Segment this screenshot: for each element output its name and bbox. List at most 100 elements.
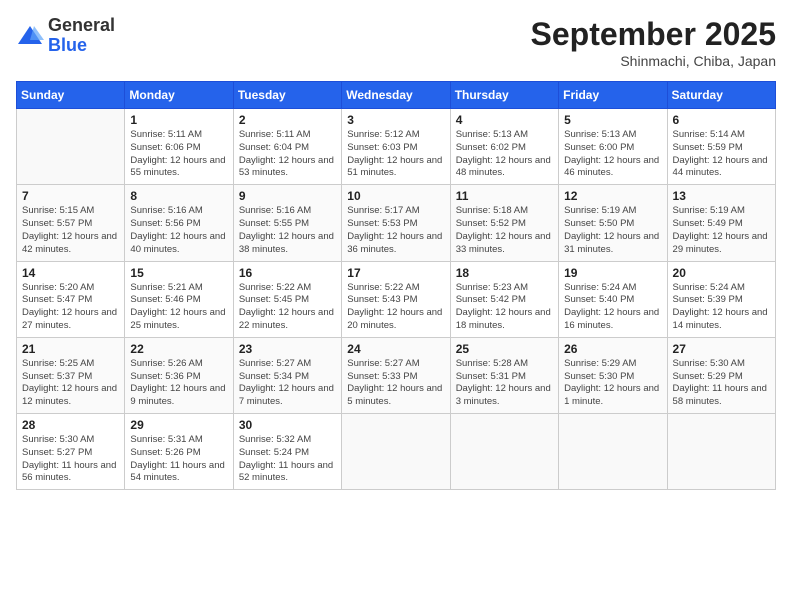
day-info: Sunrise: 5:30 AM Sunset: 5:29 PM Dayligh…: [673, 358, 770, 409]
day-number: 15: [130, 266, 227, 280]
day-info: Sunrise: 5:11 AM Sunset: 6:06 PM Dayligh…: [130, 129, 227, 180]
calendar-day-cell: 1 Sunrise: 5:11 AM Sunset: 6:06 PM Daylig…: [125, 109, 233, 185]
day-number: 26: [564, 342, 661, 356]
day-number: 12: [564, 189, 661, 203]
page-header: General Blue September 2025 Shinmachi, C…: [16, 16, 776, 69]
calendar-day-cell: 23 Sunrise: 5:27 AM Sunset: 5:34 PM Dayli…: [233, 337, 341, 413]
calendar-day-cell: [342, 414, 450, 490]
calendar-day-cell: 3 Sunrise: 5:12 AM Sunset: 6:03 PM Daylig…: [342, 109, 450, 185]
calendar-day-cell: 2Sunrise: 5:11 AM Sunset: 6:04 PM Daylig…: [233, 109, 341, 185]
logo: General Blue: [16, 16, 115, 56]
day-number: 17: [347, 266, 444, 280]
day-info: Sunrise: 5:26 AM Sunset: 5:36 PM Dayligh…: [130, 358, 227, 409]
day-info: Sunrise: 5:27 AM Sunset: 5:33 PM Dayligh…: [347, 358, 444, 409]
calendar-day-cell: 18 Sunrise: 5:23 AM Sunset: 5:42 PM Dayli…: [450, 261, 558, 337]
calendar-day-cell: 6 Sunrise: 5:14 AM Sunset: 5:59 PM Daylig…: [667, 109, 775, 185]
day-number: 25: [456, 342, 553, 356]
day-number: 30: [239, 418, 336, 432]
weekday-header: Friday: [559, 82, 667, 109]
calendar-day-cell: 7Sunrise: 5:15 AM Sunset: 5:57 PM Daylig…: [17, 185, 125, 261]
day-info: Sunrise: 5:31 AM Sunset: 5:26 PM Dayligh…: [130, 434, 227, 485]
day-number: 21: [22, 342, 119, 356]
calendar-day-cell: 25 Sunrise: 5:28 AM Sunset: 5:31 PM Dayli…: [450, 337, 558, 413]
day-info: Sunrise: 5:19 AM Sunset: 5:49 PM Dayligh…: [673, 205, 770, 256]
day-info: Sunrise: 5:22 AM Sunset: 5:43 PM Dayligh…: [347, 282, 444, 333]
calendar-week-row: 21Sunrise: 5:25 AM Sunset: 5:37 PM Dayli…: [17, 337, 776, 413]
day-info: Sunrise: 5:29 AM Sunset: 5:30 PM Dayligh…: [564, 358, 661, 409]
weekday-header: Wednesday: [342, 82, 450, 109]
day-number: 20: [673, 266, 770, 280]
day-number: 23: [239, 342, 336, 356]
day-number: 4: [456, 113, 553, 127]
day-info: Sunrise: 5:30 AM Sunset: 5:27 PM Dayligh…: [22, 434, 119, 485]
weekday-header: Monday: [125, 82, 233, 109]
day-number: 1: [130, 113, 227, 127]
day-number: 24: [347, 342, 444, 356]
calendar-day-cell: 30 Sunrise: 5:32 AM Sunset: 5:24 PM Dayli…: [233, 414, 341, 490]
calendar-day-cell: 21Sunrise: 5:25 AM Sunset: 5:37 PM Dayli…: [17, 337, 125, 413]
calendar-day-cell: 8 Sunrise: 5:16 AM Sunset: 5:56 PM Daylig…: [125, 185, 233, 261]
weekday-header: Thursday: [450, 82, 558, 109]
day-info: Sunrise: 5:13 AM Sunset: 6:02 PM Dayligh…: [456, 129, 553, 180]
day-info: Sunrise: 5:22 AM Sunset: 5:45 PM Dayligh…: [239, 282, 336, 333]
calendar-table: SundayMondayTuesdayWednesdayThursdayFrid…: [16, 81, 776, 490]
calendar-day-cell: 27 Sunrise: 5:30 AM Sunset: 5:29 PM Dayli…: [667, 337, 775, 413]
calendar-day-cell: 16 Sunrise: 5:22 AM Sunset: 5:45 PM Dayli…: [233, 261, 341, 337]
day-number: 22: [130, 342, 227, 356]
day-number: 18: [456, 266, 553, 280]
calendar-week-row: 1 Sunrise: 5:11 AM Sunset: 6:06 PM Daylig…: [17, 109, 776, 185]
calendar-day-cell: [450, 414, 558, 490]
calendar-day-cell: 22 Sunrise: 5:26 AM Sunset: 5:36 PM Dayli…: [125, 337, 233, 413]
day-number: 27: [673, 342, 770, 356]
day-number: 14: [22, 266, 119, 280]
day-info: Sunrise: 5:21 AM Sunset: 5:46 PM Dayligh…: [130, 282, 227, 333]
day-info: Sunrise: 5:23 AM Sunset: 5:42 PM Dayligh…: [456, 282, 553, 333]
calendar-week-row: 14 Sunrise: 5:20 AM Sunset: 5:47 PM Dayli…: [17, 261, 776, 337]
calendar-day-cell: 14 Sunrise: 5:20 AM Sunset: 5:47 PM Dayli…: [17, 261, 125, 337]
calendar-day-cell: 20 Sunrise: 5:24 AM Sunset: 5:39 PM Dayli…: [667, 261, 775, 337]
calendar-day-cell: 13 Sunrise: 5:19 AM Sunset: 5:49 PM Dayli…: [667, 185, 775, 261]
day-info: Sunrise: 5:12 AM Sunset: 6:03 PM Dayligh…: [347, 129, 444, 180]
day-info: Sunrise: 5:27 AM Sunset: 5:34 PM Dayligh…: [239, 358, 336, 409]
calendar-day-cell: 26 Sunrise: 5:29 AM Sunset: 5:30 PM Dayli…: [559, 337, 667, 413]
day-info: Sunrise: 5:24 AM Sunset: 5:39 PM Dayligh…: [673, 282, 770, 333]
day-info: Sunrise: 5:17 AM Sunset: 5:53 PM Dayligh…: [347, 205, 444, 256]
logo-text: General Blue: [48, 16, 115, 56]
day-info: Sunrise: 5:11 AM Sunset: 6:04 PM Dayligh…: [239, 129, 336, 180]
day-info: Sunrise: 5:16 AM Sunset: 5:55 PM Dayligh…: [239, 205, 336, 256]
calendar-day-cell: 29 Sunrise: 5:31 AM Sunset: 5:26 PM Dayli…: [125, 414, 233, 490]
calendar-day-cell: 10 Sunrise: 5:17 AM Sunset: 5:53 PM Dayli…: [342, 185, 450, 261]
day-info: Sunrise: 5:32 AM Sunset: 5:24 PM Dayligh…: [239, 434, 336, 485]
day-number: 7: [22, 189, 119, 203]
day-info: Sunrise: 5:14 AM Sunset: 5:59 PM Dayligh…: [673, 129, 770, 180]
month-title: September 2025: [531, 16, 776, 53]
day-info: Sunrise: 5:18 AM Sunset: 5:52 PM Dayligh…: [456, 205, 553, 256]
title-block: September 2025 Shinmachi, Chiba, Japan: [531, 16, 776, 69]
calendar-day-cell: 17 Sunrise: 5:22 AM Sunset: 5:43 PM Dayli…: [342, 261, 450, 337]
day-info: Sunrise: 5:24 AM Sunset: 5:40 PM Dayligh…: [564, 282, 661, 333]
day-number: 3: [347, 113, 444, 127]
logo-icon: [16, 22, 44, 50]
calendar-day-cell: 5Sunrise: 5:13 AM Sunset: 6:00 PM Daylig…: [559, 109, 667, 185]
day-number: 11: [456, 189, 553, 203]
day-number: 9: [239, 189, 336, 203]
day-number: 10: [347, 189, 444, 203]
day-info: Sunrise: 5:19 AM Sunset: 5:50 PM Dayligh…: [564, 205, 661, 256]
calendar-day-cell: 12 Sunrise: 5:19 AM Sunset: 5:50 PM Dayli…: [559, 185, 667, 261]
day-number: 6: [673, 113, 770, 127]
calendar-day-cell: 4 Sunrise: 5:13 AM Sunset: 6:02 PM Daylig…: [450, 109, 558, 185]
calendar-week-row: 28 Sunrise: 5:30 AM Sunset: 5:27 PM Dayli…: [17, 414, 776, 490]
day-number: 13: [673, 189, 770, 203]
day-number: 5: [564, 113, 661, 127]
weekday-header-row: SundayMondayTuesdayWednesdayThursdayFrid…: [17, 82, 776, 109]
day-number: 8: [130, 189, 227, 203]
calendar-day-cell: 28 Sunrise: 5:30 AM Sunset: 5:27 PM Dayli…: [17, 414, 125, 490]
day-info: Sunrise: 5:28 AM Sunset: 5:31 PM Dayligh…: [456, 358, 553, 409]
location-subtitle: Shinmachi, Chiba, Japan: [531, 53, 776, 69]
day-number: 16: [239, 266, 336, 280]
day-number: 28: [22, 418, 119, 432]
day-info: Sunrise: 5:16 AM Sunset: 5:56 PM Dayligh…: [130, 205, 227, 256]
day-info: Sunrise: 5:20 AM Sunset: 5:47 PM Dayligh…: [22, 282, 119, 333]
calendar-day-cell: 24 Sunrise: 5:27 AM Sunset: 5:33 PM Dayli…: [342, 337, 450, 413]
day-number: 29: [130, 418, 227, 432]
